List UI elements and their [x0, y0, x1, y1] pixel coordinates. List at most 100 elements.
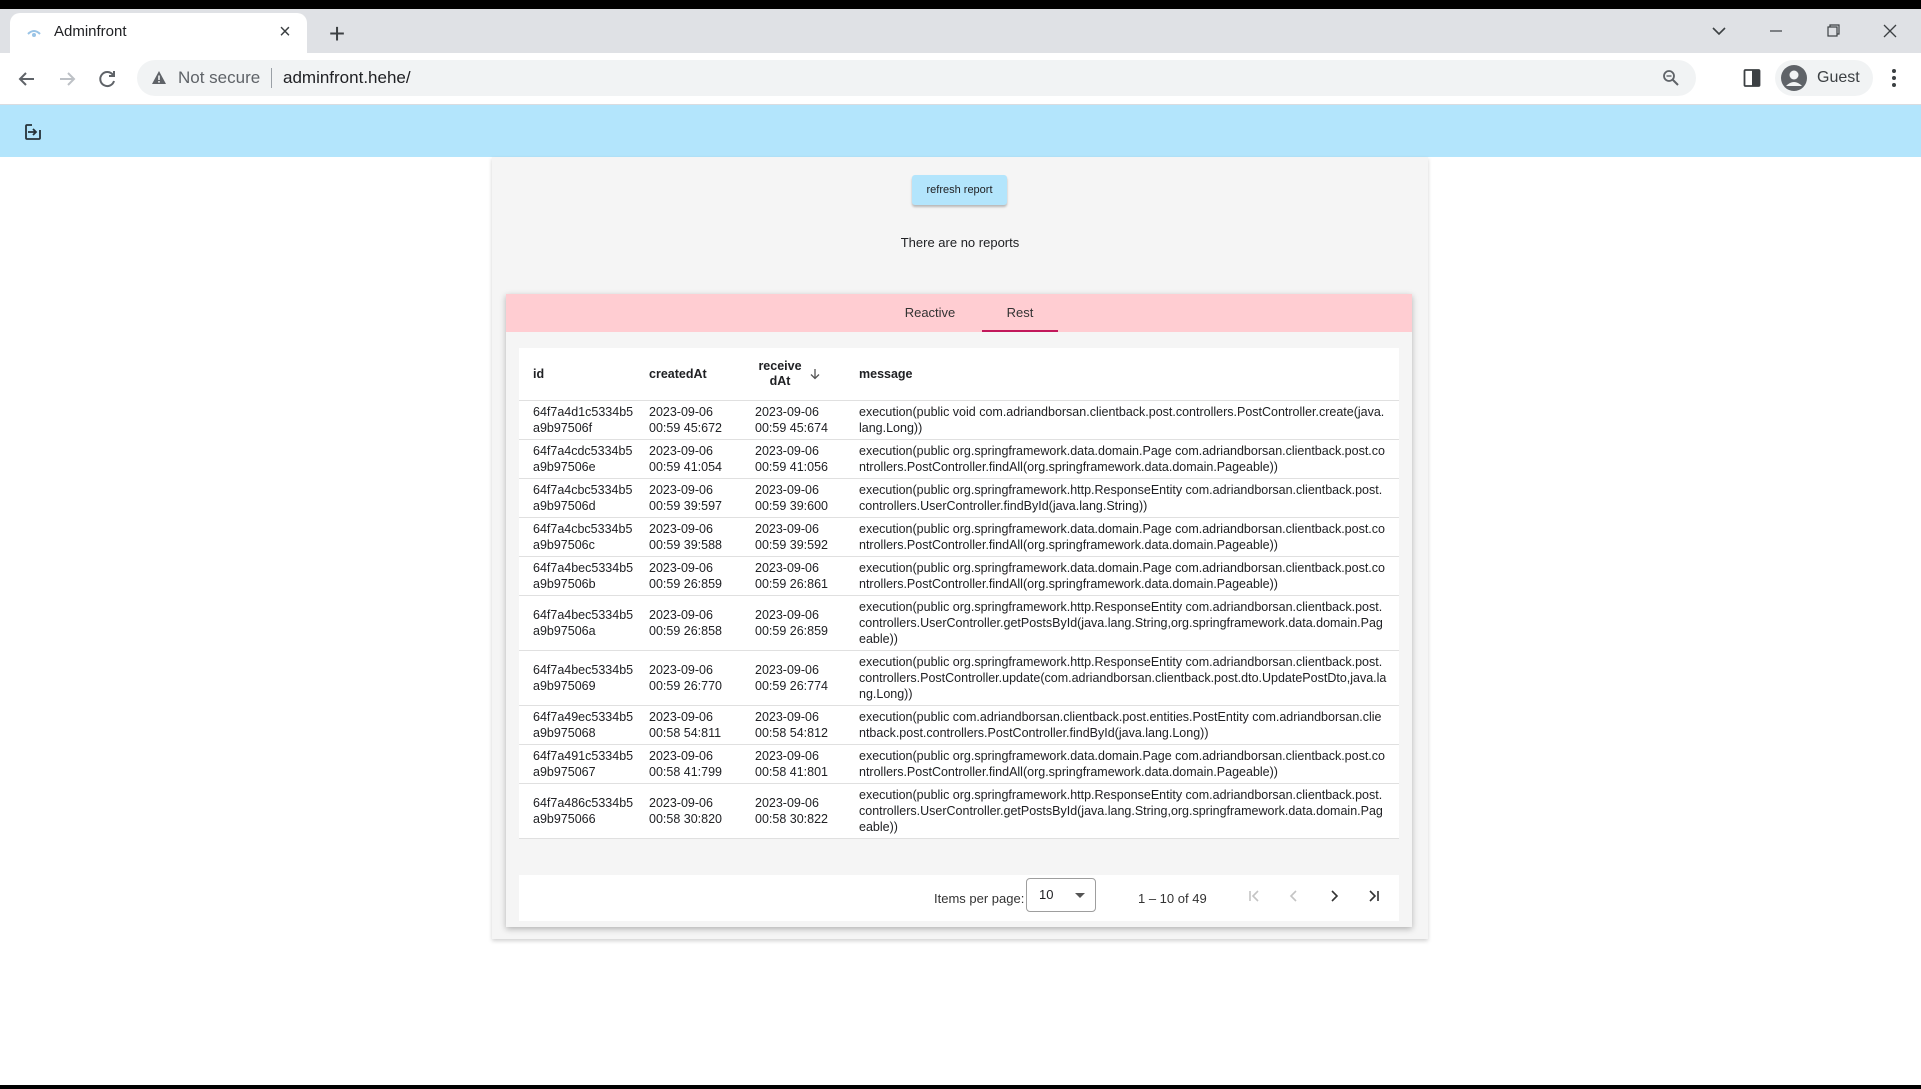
warning-icon[interactable]: [151, 70, 167, 86]
reload-icon[interactable]: [93, 65, 121, 93]
paginator: Items per page: 10 1 – 10 of 49: [519, 875, 1399, 921]
select-caret-icon: [1075, 893, 1085, 898]
cell-createdat: 2023-09-06 00:58 41:799: [635, 744, 741, 784]
cell-id: 64f7a4cbc5334b5a9b97506c: [519, 517, 635, 557]
new-tab-icon[interactable]: +: [322, 20, 352, 50]
cell-createdat: 2023-09-06 00:58 30:820: [635, 783, 741, 839]
table-row[interactable]: 64f7a4d1c5334b5a9b97506f 2023-09-06 00:59…: [519, 400, 1399, 440]
url-text[interactable]: adminfront.hehe/: [283, 68, 411, 88]
zoom-icon[interactable]: [1662, 69, 1680, 87]
cell-receivedat: 2023-09-06 00:59 45:674: [741, 400, 845, 440]
tab-search-chevron-icon[interactable]: [1697, 18, 1741, 44]
screen-bottom-edge: [0, 1085, 1921, 1089]
tab-rest[interactable]: Rest: [982, 294, 1058, 332]
cell-createdat: 2023-09-06 00:59 41:054: [635, 439, 741, 479]
cell-receivedat: 2023-09-06 00:58 30:822: [741, 783, 845, 839]
favicon-icon: [27, 30, 41, 37]
empty-reports-message: There are no reports: [900, 235, 1020, 250]
cell-receivedat: 2023-09-06 00:59 26:861: [741, 556, 845, 596]
reports-table-container: id createdAt receivedAt message 64f7a4d1…: [519, 348, 1399, 839]
cell-receivedat: 2023-09-06 00:58 54:812: [741, 705, 845, 745]
cell-id: 64f7a4bec5334b5a9b97506b: [519, 556, 635, 596]
cell-id: 64f7a4d1c5334b5a9b97506f: [519, 400, 635, 440]
browser-tab-strip: Adminfront × +: [0, 9, 1921, 53]
refresh-report-button[interactable]: refresh report: [912, 175, 1007, 205]
cell-message: execution(public org.springframework.dat…: [845, 744, 1399, 784]
cell-id: 64f7a486c5334b5a9b975066: [519, 783, 635, 839]
table-row[interactable]: 64f7a4cdc5334b5a9b97506e 2023-09-06 00:59…: [519, 439, 1399, 479]
browser-toolbar: Not secure adminfront.hehe/ Guest: [0, 53, 1921, 105]
table-row[interactable]: 64f7a4cbc5334b5a9b97506d 2023-09-06 00:59…: [519, 478, 1399, 518]
column-header-id[interactable]: id: [519, 348, 635, 401]
cell-receivedat: 2023-09-06 00:59 26:859: [741, 595, 845, 651]
tab-reactive[interactable]: Reactive: [884, 294, 976, 332]
browser-tab[interactable]: Adminfront ×: [10, 13, 307, 53]
table-row[interactable]: 64f7a486c5334b5a9b975066 2023-09-06 00:58…: [519, 783, 1399, 839]
table-row[interactable]: 64f7a4cbc5334b5a9b97506c 2023-09-06 00:59…: [519, 517, 1399, 557]
cell-receivedat: 2023-09-06 00:59 41:056: [741, 439, 845, 479]
cell-receivedat: 2023-09-06 00:59 39:600: [741, 478, 845, 518]
profile-button[interactable]: Guest: [1775, 60, 1873, 96]
receivedat-label: receivedAt: [758, 359, 802, 388]
table-row[interactable]: 64f7a4bec5334b5a9b975069 2023-09-06 00:59…: [519, 650, 1399, 706]
cell-message: execution(public org.springframework.dat…: [845, 517, 1399, 557]
screen-top-edge: [0, 0, 1921, 9]
cell-message: execution(public org.springframework.htt…: [845, 783, 1399, 839]
cell-message: execution(public org.springframework.htt…: [845, 650, 1399, 706]
security-status[interactable]: Not secure: [178, 68, 260, 88]
column-header-message[interactable]: message: [845, 348, 1399, 401]
tab-rest-label: Rest: [1006, 305, 1034, 320]
tab-close-icon[interactable]: ×: [273, 20, 297, 44]
table-body: 64f7a4d1c5334b5a9b97506f 2023-09-06 00:59…: [519, 400, 1399, 839]
cell-createdat: 2023-09-06 00:58 54:811: [635, 705, 741, 745]
table-row[interactable]: 64f7a4bec5334b5a9b97506a 2023-09-06 00:59…: [519, 595, 1399, 651]
table-row[interactable]: 64f7a491c5334b5a9b975067 2023-09-06 00:58…: [519, 744, 1399, 784]
tab-title: Adminfront: [54, 23, 127, 40]
cell-createdat: 2023-09-06 00:59 26:858: [635, 595, 741, 651]
logout-icon[interactable]: [23, 122, 43, 142]
next-page-icon[interactable]: [1321, 883, 1347, 909]
cell-id: 64f7a4bec5334b5a9b97506a: [519, 595, 635, 651]
restore-icon[interactable]: [1811, 18, 1855, 44]
cell-createdat: 2023-09-06 00:59 45:672: [635, 400, 741, 440]
forward-icon[interactable]: [53, 65, 81, 93]
reports-table: id createdAt receivedAt message 64f7a4d1…: [519, 348, 1399, 839]
table-row[interactable]: 64f7a4bec5334b5a9b97506b 2023-09-06 00:59…: [519, 556, 1399, 596]
cell-message: execution(public org.springframework.htt…: [845, 478, 1399, 518]
cell-message: execution(public com.adriandborsan.clien…: [845, 705, 1399, 745]
close-window-icon[interactable]: [1868, 18, 1912, 44]
address-bar[interactable]: Not secure adminfront.hehe/: [137, 60, 1696, 96]
cell-message: execution(public org.springframework.dat…: [845, 556, 1399, 596]
minimize-icon[interactable]: [1754, 18, 1798, 44]
cell-id: 64f7a49ec5334b5a9b975068: [519, 705, 635, 745]
cell-receivedat: 2023-09-06 00:59 26:774: [741, 650, 845, 706]
active-tab-indicator: [982, 330, 1058, 332]
column-header-createdat[interactable]: createdAt: [635, 348, 741, 401]
reports-panel: Reactive Rest id createdAt receivedAt me…: [506, 294, 1412, 927]
app-toolbar: [0, 105, 1921, 157]
side-panel-icon[interactable]: [1743, 68, 1761, 88]
items-per-page-label: Items per page:: [934, 891, 1025, 906]
cell-receivedat: 2023-09-06 00:59 39:592: [741, 517, 845, 557]
cell-createdat: 2023-09-06 00:59 26:859: [635, 556, 741, 596]
back-icon[interactable]: [13, 65, 41, 93]
cell-createdat: 2023-09-06 00:59 39:588: [635, 517, 741, 557]
items-per-page-select[interactable]: 10: [1026, 878, 1096, 912]
first-page-icon[interactable]: [1241, 883, 1267, 909]
report-card: refresh report There are no reports Reac…: [492, 157, 1428, 939]
items-per-page-value: 10: [1039, 887, 1054, 902]
cell-message: execution(public org.springframework.dat…: [845, 439, 1399, 479]
url-divider: [271, 68, 272, 88]
more-menu-icon[interactable]: [1886, 67, 1902, 89]
sort-descending-icon[interactable]: [809, 368, 821, 380]
cell-id: 64f7a4bec5334b5a9b975069: [519, 650, 635, 706]
cell-message: execution(public void com.adriandborsan.…: [845, 400, 1399, 440]
previous-page-icon[interactable]: [1281, 883, 1307, 909]
cell-receivedat: 2023-09-06 00:58 41:801: [741, 744, 845, 784]
table-row[interactable]: 64f7a49ec5334b5a9b975068 2023-09-06 00:58…: [519, 705, 1399, 745]
cell-id: 64f7a4cbc5334b5a9b97506d: [519, 478, 635, 518]
cell-createdat: 2023-09-06 00:59 26:770: [635, 650, 741, 706]
cell-message: execution(public org.springframework.htt…: [845, 595, 1399, 651]
column-header-receivedat[interactable]: receivedAt: [741, 348, 845, 401]
last-page-icon[interactable]: [1361, 883, 1387, 909]
